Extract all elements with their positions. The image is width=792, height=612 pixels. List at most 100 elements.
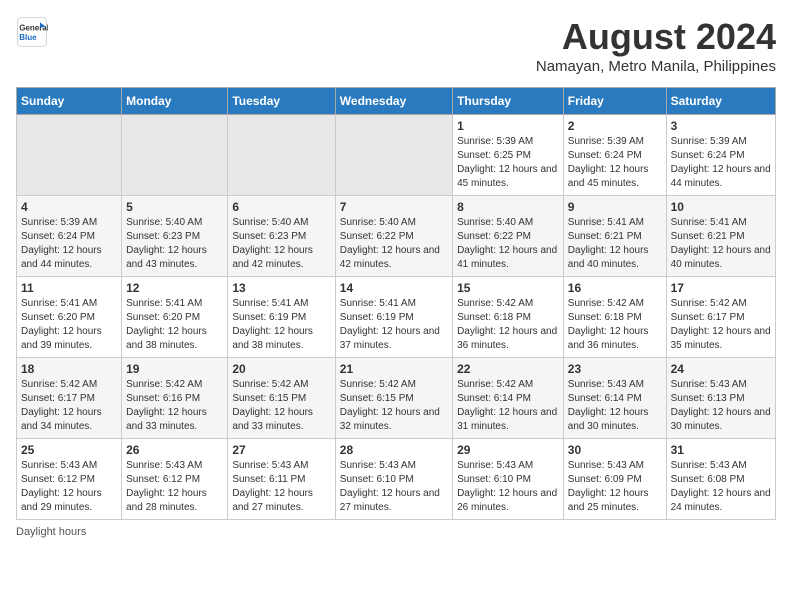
day-info: Sunrise: 5:41 AM Sunset: 6:21 PM Dayligh…: [568, 216, 662, 272]
day-info: Sunrise: 5:43 AM Sunset: 6:10 PM Dayligh…: [340, 459, 448, 515]
day-info: Sunrise: 5:43 AM Sunset: 6:14 PM Dayligh…: [568, 378, 662, 434]
day-number: 30: [568, 443, 662, 457]
subtitle: Namayan, Metro Manila, Philippines: [536, 58, 776, 75]
calendar-cell: 14 Sunrise: 5:41 AM Sunset: 6:19 PM Dayli…: [335, 277, 452, 358]
day-number: 5: [126, 200, 223, 214]
col-header-saturday: Saturday: [666, 88, 775, 115]
day-info: Sunrise: 5:39 AM Sunset: 6:25 PM Dayligh…: [457, 135, 559, 191]
day-number: 17: [671, 281, 771, 295]
day-info: Sunrise: 5:40 AM Sunset: 6:23 PM Dayligh…: [232, 216, 330, 272]
day-number: 6: [232, 200, 330, 214]
calendar-cell: 23 Sunrise: 5:43 AM Sunset: 6:14 PM Dayli…: [563, 358, 666, 439]
day-info: Sunrise: 5:42 AM Sunset: 6:17 PM Dayligh…: [671, 297, 771, 353]
day-info: Sunrise: 5:39 AM Sunset: 6:24 PM Dayligh…: [21, 216, 117, 272]
day-number: 24: [671, 362, 771, 376]
col-header-monday: Monday: [122, 88, 228, 115]
main-title: August 2024: [536, 16, 776, 58]
day-info: Sunrise: 5:42 AM Sunset: 6:15 PM Dayligh…: [340, 378, 448, 434]
day-number: 13: [232, 281, 330, 295]
calendar-cell: 15Sunrise: 5:42 AM Sunset: 6:18 PM Dayli…: [453, 277, 564, 358]
day-info: Sunrise: 5:43 AM Sunset: 6:13 PM Dayligh…: [671, 378, 771, 434]
day-info: Sunrise: 5:42 AM Sunset: 6:14 PM Dayligh…: [457, 378, 559, 434]
col-header-friday: Friday: [563, 88, 666, 115]
day-info: Sunrise: 5:43 AM Sunset: 6:12 PM Dayligh…: [21, 459, 117, 515]
calendar-cell: [17, 115, 122, 196]
day-number: 28: [340, 443, 448, 457]
calendar-cell: 18Sunrise: 5:42 AM Sunset: 6:17 PM Dayli…: [17, 358, 122, 439]
calendar-cell: 20 Sunrise: 5:42 AM Sunset: 6:15 PM Dayli…: [228, 358, 335, 439]
calendar-cell: 22 Sunrise: 5:42 AM Sunset: 6:14 PM Dayli…: [453, 358, 564, 439]
svg-text:General: General: [19, 23, 48, 32]
day-info: Sunrise: 5:39 AM Sunset: 6:24 PM Dayligh…: [568, 135, 662, 191]
day-number: 11: [21, 281, 117, 295]
calendar-cell: 11 Sunrise: 5:41 AM Sunset: 6:20 PM Dayli…: [17, 277, 122, 358]
svg-text:Blue: Blue: [19, 33, 37, 42]
day-number: 10: [671, 200, 771, 214]
day-info: Sunrise: 5:41 AM Sunset: 6:20 PM Dayligh…: [126, 297, 223, 353]
day-info: Sunrise: 5:42 AM Sunset: 6:16 PM Dayligh…: [126, 378, 223, 434]
col-header-wednesday: Wednesday: [335, 88, 452, 115]
day-number: 22: [457, 362, 559, 376]
day-info: Sunrise: 5:41 AM Sunset: 6:19 PM Dayligh…: [232, 297, 330, 353]
day-number: 2: [568, 119, 662, 133]
calendar-cell: 29 Sunrise: 5:43 AM Sunset: 6:10 PM Dayli…: [453, 439, 564, 520]
calendar-cell: 19 Sunrise: 5:42 AM Sunset: 6:16 PM Dayli…: [122, 358, 228, 439]
day-number: 1: [457, 119, 559, 133]
week-row-5: 25 Sunrise: 5:43 AM Sunset: 6:12 PM Dayli…: [17, 439, 776, 520]
calendar-cell: [228, 115, 335, 196]
day-info: Sunrise: 5:42 AM Sunset: 6:18 PM Dayligh…: [568, 297, 662, 353]
day-info: Sunrise: 5:40 AM Sunset: 6:22 PM Dayligh…: [457, 216, 559, 272]
calendar-cell: 5Sunrise: 5:40 AM Sunset: 6:23 PM Daylig…: [122, 196, 228, 277]
calendar-cell: 21 Sunrise: 5:42 AM Sunset: 6:15 PM Dayli…: [335, 358, 452, 439]
day-number: 3: [671, 119, 771, 133]
col-header-tuesday: Tuesday: [228, 88, 335, 115]
day-number: 14: [340, 281, 448, 295]
week-row-3: 11 Sunrise: 5:41 AM Sunset: 6:20 PM Dayli…: [17, 277, 776, 358]
calendar-cell: 16 Sunrise: 5:42 AM Sunset: 6:18 PM Dayli…: [563, 277, 666, 358]
day-info: Sunrise: 5:39 AM Sunset: 6:24 PM Dayligh…: [671, 135, 771, 191]
day-info: Sunrise: 5:42 AM Sunset: 6:17 PM Dayligh…: [21, 378, 117, 434]
day-number: 9: [568, 200, 662, 214]
day-number: 23: [568, 362, 662, 376]
logo: General Blue: [16, 16, 48, 48]
calendar-cell: 3 Sunrise: 5:39 AM Sunset: 6:24 PM Daylig…: [666, 115, 775, 196]
calendar-cell: 25 Sunrise: 5:43 AM Sunset: 6:12 PM Dayli…: [17, 439, 122, 520]
day-number: 19: [126, 362, 223, 376]
day-info: Sunrise: 5:43 AM Sunset: 6:08 PM Dayligh…: [671, 459, 771, 515]
calendar-cell: 12 Sunrise: 5:41 AM Sunset: 6:20 PM Dayli…: [122, 277, 228, 358]
calendar-cell: 26Sunrise: 5:43 AM Sunset: 6:12 PM Dayli…: [122, 439, 228, 520]
day-number: 12: [126, 281, 223, 295]
calendar-cell: [335, 115, 452, 196]
calendar-cell: 9 Sunrise: 5:41 AM Sunset: 6:21 PM Daylig…: [563, 196, 666, 277]
week-row-4: 18Sunrise: 5:42 AM Sunset: 6:17 PM Dayli…: [17, 358, 776, 439]
day-number: 26: [126, 443, 223, 457]
title-area: August 2024 Namayan, Metro Manila, Phili…: [536, 16, 776, 75]
calendar-cell: 30Sunrise: 5:43 AM Sunset: 6:09 PM Dayli…: [563, 439, 666, 520]
day-number: 25: [21, 443, 117, 457]
calendar-cell: 10 Sunrise: 5:41 AM Sunset: 6:21 PM Dayli…: [666, 196, 775, 277]
calendar-cell: 6 Sunrise: 5:40 AM Sunset: 6:23 PM Daylig…: [228, 196, 335, 277]
day-info: Sunrise: 5:42 AM Sunset: 6:15 PM Dayligh…: [232, 378, 330, 434]
calendar-cell: 24 Sunrise: 5:43 AM Sunset: 6:13 PM Dayli…: [666, 358, 775, 439]
calendar-cell: 2 Sunrise: 5:39 AM Sunset: 6:24 PM Daylig…: [563, 115, 666, 196]
day-number: 16: [568, 281, 662, 295]
day-number: 27: [232, 443, 330, 457]
day-info: Sunrise: 5:41 AM Sunset: 6:19 PM Dayligh…: [340, 297, 448, 353]
calendar-cell: [122, 115, 228, 196]
day-info: Sunrise: 5:41 AM Sunset: 6:20 PM Dayligh…: [21, 297, 117, 353]
day-info: Sunrise: 5:43 AM Sunset: 6:10 PM Dayligh…: [457, 459, 559, 515]
day-info: Sunrise: 5:42 AM Sunset: 6:18 PM Dayligh…: [457, 297, 559, 353]
footer-note: Daylight hours: [16, 526, 776, 538]
day-number: 20: [232, 362, 330, 376]
day-info: Sunrise: 5:43 AM Sunset: 6:11 PM Dayligh…: [232, 459, 330, 515]
day-info: Sunrise: 5:41 AM Sunset: 6:21 PM Dayligh…: [671, 216, 771, 272]
calendar-cell: 4Sunrise: 5:39 AM Sunset: 6:24 PM Daylig…: [17, 196, 122, 277]
day-number: 21: [340, 362, 448, 376]
calendar-cell: 1 Sunrise: 5:39 AM Sunset: 6:25 PM Daylig…: [453, 115, 564, 196]
day-number: 8: [457, 200, 559, 214]
week-row-1: 1 Sunrise: 5:39 AM Sunset: 6:25 PM Daylig…: [17, 115, 776, 196]
calendar-cell: 8 Sunrise: 5:40 AM Sunset: 6:22 PM Daylig…: [453, 196, 564, 277]
col-header-sunday: Sunday: [17, 88, 122, 115]
day-number: 7: [340, 200, 448, 214]
day-number: 29: [457, 443, 559, 457]
